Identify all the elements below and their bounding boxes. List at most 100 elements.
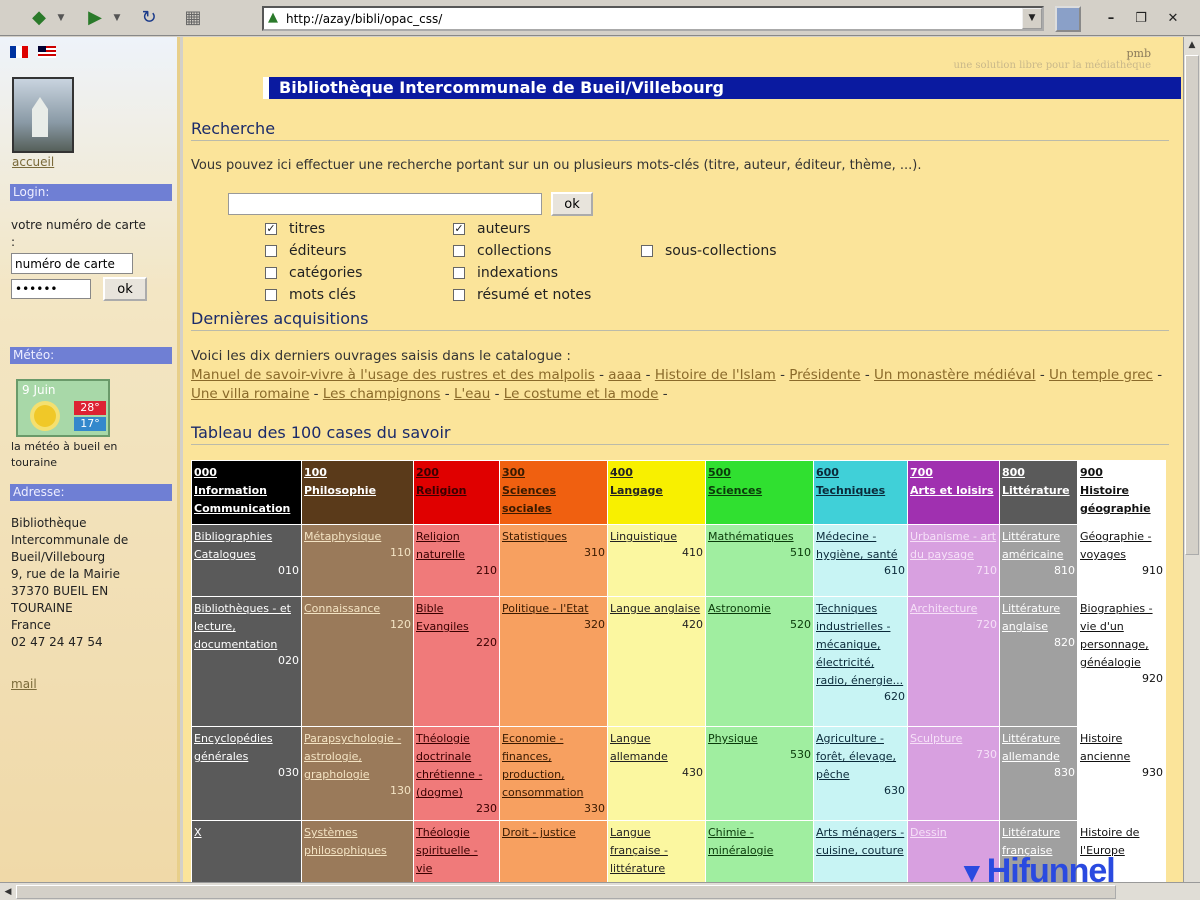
grid-cell[interactable]: Langue anglaise 420 [607,596,706,727]
grid-header-100[interactable]: 100 Philosophie [301,460,414,525]
grid-header-700[interactable]: 700 Arts et loisirs [907,460,1000,525]
grid-cell[interactable]: Langue allemande 430 [607,726,706,821]
grid-cell-label[interactable]: Parapsychologie - astrologie, graphologi… [304,730,411,784]
grid-cell-label[interactable]: Sculpture [910,730,997,748]
grid-cell-label[interactable]: Religion naturelle [416,528,497,564]
scroll-up-icon[interactable]: ▲ [1185,38,1199,52]
grid-cell-label[interactable]: Linguistique [610,528,703,546]
grid-cell-label[interactable]: Agriculture - forêt, élevage, pêche [816,730,905,784]
acquisition-link[interactable]: Présidente [789,367,860,383]
grid-header-code[interactable]: 200 [416,464,497,482]
acquisition-link[interactable]: Un monastère médiéval [874,367,1036,383]
grid-cell[interactable]: Histoire ancienne 930 [1077,726,1166,821]
home-image[interactable] [12,77,74,153]
grid-header-code[interactable]: 100 [304,464,411,482]
mail-link[interactable]: mail [11,677,37,691]
address-bar[interactable]: ▲ [262,6,1044,31]
grid-cell[interactable]: Métaphysique 110 [301,524,414,597]
grid-cell[interactable]: Théologie doctrinale chrétienne - (dogme… [413,726,500,821]
grid-cell[interactable]: X [191,820,302,882]
check-sous-collections[interactable]: sous-collections [641,243,777,259]
grid-header-code[interactable]: 000 [194,464,299,482]
grid-header-name[interactable]: Littérature [1002,482,1075,500]
maximize-icon[interactable]: ❐ [1128,8,1154,30]
grid-header-name[interactable]: Langage [610,482,703,500]
grid-cell[interactable]: Sculpture 730 [907,726,1000,821]
grid-cell[interactable]: Urbanisme - art du paysage 710 [907,524,1000,597]
checkbox[interactable] [265,289,277,301]
grid-cell-label[interactable]: Physique [708,730,811,748]
check-mots-cles[interactable]: mots clés [265,287,356,303]
grid-header-500[interactable]: 500 Sciences [705,460,814,525]
grid-cell-label[interactable]: Chimie - minéralogie [708,824,811,860]
stop-icon[interactable]: ▦ [178,3,208,33]
grid-header-code[interactable]: 600 [816,464,905,482]
grid-cell[interactable]: Médecine - hygiène, santé 610 [813,524,908,597]
check-collections[interactable]: collections [453,243,551,259]
grid-cell[interactable]: Littérature américaine 810 [999,524,1078,597]
grid-header-900[interactable]: 900 Histoire géographie [1077,460,1166,525]
acquisition-link[interactable]: aaaa [608,367,641,383]
grid-cell-label[interactable]: Economie - finances, production, consomm… [502,730,605,802]
grid-cell-label[interactable]: Arts ménagers - cuisine, couture [816,824,905,860]
grid-header-400[interactable]: 400 Langage [607,460,706,525]
grid-cell-label[interactable]: Bibliographies Catalogues [194,528,299,564]
grid-cell-label[interactable]: Médecine - hygiène, santé [816,528,905,564]
grid-cell[interactable]: Agriculture - forêt, élevage, pêche 630 [813,726,908,821]
grid-cell-label[interactable]: Techniques industrielles - mécanique, él… [816,600,905,690]
grid-cell[interactable]: Mathématiques 510 [705,524,814,597]
grid-cell-label[interactable]: Histoire ancienne [1080,730,1163,766]
search-ok-button[interactable]: ok [551,192,593,216]
grid-cell-label[interactable]: Statistiques [502,528,605,546]
grid-header-name[interactable]: Histoire géographie [1080,482,1163,518]
forward-arrow-icon[interactable]: ▶ [80,3,110,33]
acquisition-link[interactable]: L'eau [454,386,490,402]
back-arrow-icon[interactable]: ◆ [24,3,54,33]
grid-cell-label[interactable]: Architecture [910,600,997,618]
grid-header-code[interactable]: 800 [1002,464,1075,482]
scroll-left-icon[interactable]: ◀ [1,885,15,899]
grid-cell[interactable]: Bibliographies Catalogues 010 [191,524,302,597]
grid-cell[interactable]: Géographie - voyages 910 [1077,524,1166,597]
grid-header-code[interactable]: 300 [502,464,605,482]
grid-cell[interactable]: Statistiques 310 [499,524,608,597]
grid-cell[interactable]: Droit - justice [499,820,608,882]
vertical-scrollbar[interactable]: ▲ [1183,37,1200,882]
checkbox[interactable] [641,245,653,257]
grid-cell[interactable]: Encyclopédies générales 030 [191,726,302,821]
scroll-thumb[interactable] [1185,55,1199,555]
grid-cell-label[interactable]: X [194,824,299,842]
acquisition-link[interactable]: Une villa romaine [191,386,309,402]
grid-header-name[interactable]: Information Communication [194,482,299,518]
grid-cell[interactable]: Bibliothèques - et lecture, documentatio… [191,596,302,727]
checkbox-checked[interactable]: ✓ [453,223,465,235]
english-flag-icon[interactable] [38,46,57,58]
search-input[interactable] [228,193,542,215]
grid-header-600[interactable]: 600 Techniques [813,460,908,525]
grid-header-200[interactable]: 200 Religion [413,460,500,525]
grid-cell-label[interactable]: Langue allemande [610,730,703,766]
grid-cell[interactable]: Arts ménagers - cuisine, couture [813,820,908,882]
grid-cell[interactable]: Politique - l'Etat 320 [499,596,608,727]
grid-cell-label[interactable]: Bible Evangiles [416,600,497,636]
grid-cell[interactable]: Biographies - vie d'un personnage, généa… [1077,596,1166,727]
grid-header-code[interactable]: 500 [708,464,811,482]
card-number-input[interactable] [11,253,133,274]
grid-cell-label[interactable]: Politique - l'Etat [502,600,605,618]
grid-header-name[interactable]: Philosophie [304,482,411,500]
password-input[interactable] [11,279,91,299]
acquisition-link[interactable]: Le costume et la mode [504,386,659,402]
grid-header-300[interactable]: 300 Sciences sociales [499,460,608,525]
checkbox[interactable] [453,267,465,279]
checkbox-checked[interactable]: ✓ [265,223,277,235]
scroll-thumb[interactable] [16,885,1116,899]
grid-header-code[interactable]: 700 [910,464,997,482]
grid-header-code[interactable]: 400 [610,464,703,482]
grid-cell[interactable]: Architecture 720 [907,596,1000,727]
checkbox[interactable] [453,289,465,301]
grid-cell[interactable]: Bible Evangiles 220 [413,596,500,727]
checkbox[interactable] [453,245,465,257]
check-indexations[interactable]: indexations [453,265,558,281]
login-ok-button[interactable]: ok [103,277,147,301]
close-icon[interactable]: ✕ [1160,8,1186,30]
